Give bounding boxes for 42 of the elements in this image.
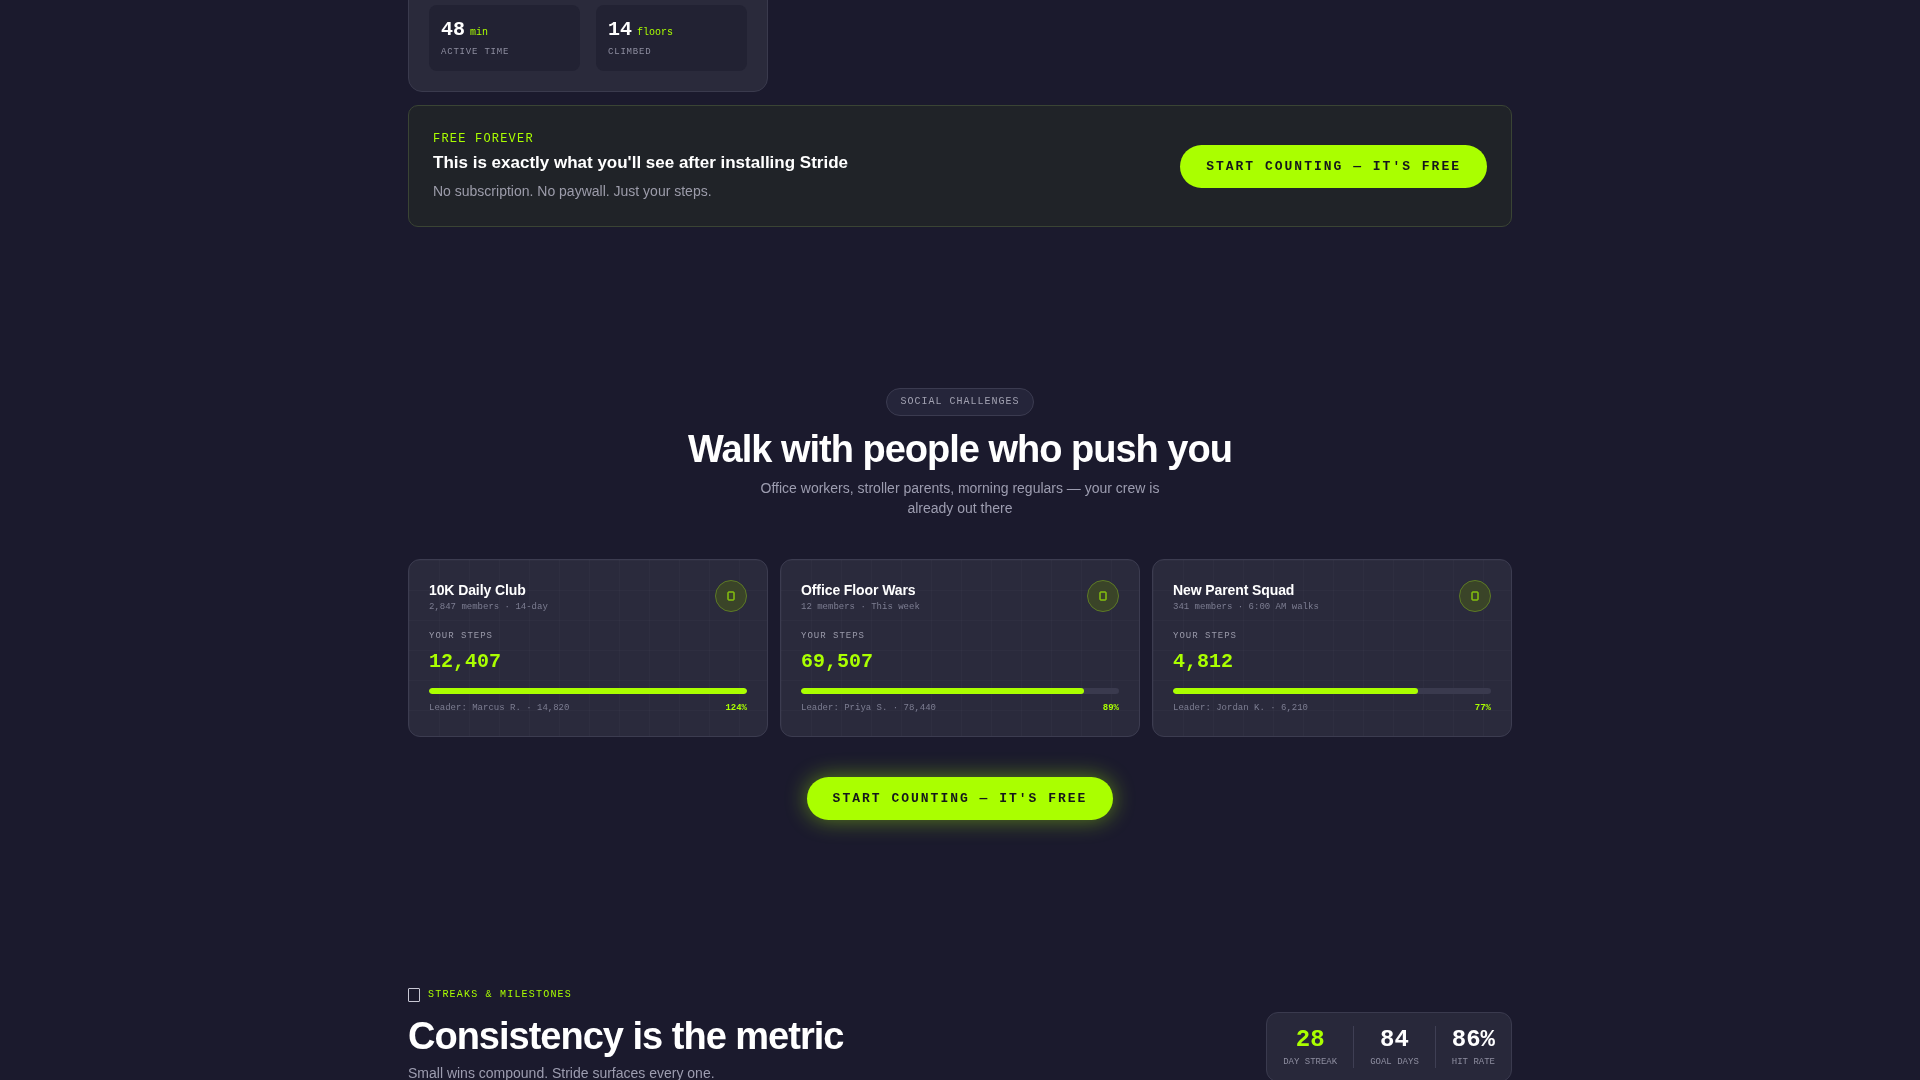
leader-text: Leader: Jordan K. · 6,210 [1173, 702, 1309, 715]
challenge-title: Office Floor Wars [801, 581, 917, 600]
stat-value: 28 [1295, 1026, 1325, 1054]
progress-percent: 77% [1474, 702, 1491, 715]
steps-label: YOUR STEPS [429, 630, 494, 643]
stat-label: ACTIVE TIME [441, 46, 511, 58]
progress-percent: 89% [1102, 702, 1119, 715]
section-eyebrow: STREAKS & MILESTONES [428, 988, 573, 1002]
steps-label: YOUR STEPS [1173, 630, 1238, 643]
challenge-meta: 2,847 members · 14-day [429, 601, 548, 614]
challenge-title: 10K Daily Club [429, 581, 527, 600]
section-tag: SOCIAL CHALLENGES [886, 388, 1034, 416]
stat-unit: min [470, 27, 489, 38]
challenge-meta: 341 members · 6:00 AM walks [1173, 601, 1319, 614]
stat-label: HIT RATE [1451, 1056, 1495, 1068]
section-heading: Consistency is the metric [408, 1014, 844, 1059]
stat-label: GOAL DAYS [1370, 1056, 1419, 1068]
stat-value: 84 [1380, 1026, 1409, 1054]
start-counting-button[interactable]: START COUNTING — IT'S FREE [806, 777, 1114, 820]
section-heading: Walk with people who push you [688, 427, 1232, 472]
leader-text: Leader: Priya S. · 78,440 [801, 702, 937, 715]
banner-title: This is exactly what you'll see after installing Stride [433, 152, 848, 174]
section-subtitle: Small wins compound. Stride surfaces every one. [408, 1064, 716, 1080]
banner-subtitle: No subscription. No paywall. Just your steps. [433, 182, 713, 201]
start-counting-button[interactable]: START COUNTING — IT'S FREE [1180, 144, 1487, 188]
stat-value: 14 [608, 18, 632, 42]
steps-label: YOUR STEPS [801, 630, 866, 643]
leader-text: Leader: Marcus R. · 14,820 [429, 702, 570, 715]
steps-count: 4,812 [1173, 649, 1234, 675]
stat-label: DAY STREAK [1283, 1056, 1338, 1068]
stat-label: CLIMBED [608, 46, 653, 58]
banner-eyebrow: FREE FOREVER [433, 131, 535, 147]
stat-value: 86% [1451, 1026, 1495, 1054]
steps-count: 69,507 [801, 649, 874, 675]
stat-unit: floors [637, 27, 674, 38]
challenge-meta: 12 members · This week [801, 601, 920, 614]
challenge-title: New Parent Squad [1173, 581, 1296, 600]
stat-value: 48 [441, 18, 465, 42]
steps-count: 12,407 [429, 649, 502, 675]
section-subtitle: Office workers, stroller parents, morning regulars — your crew is already out there [759, 479, 1161, 518]
progress-percent: 124% [725, 702, 747, 715]
rectangle-icon [408, 988, 420, 1002]
